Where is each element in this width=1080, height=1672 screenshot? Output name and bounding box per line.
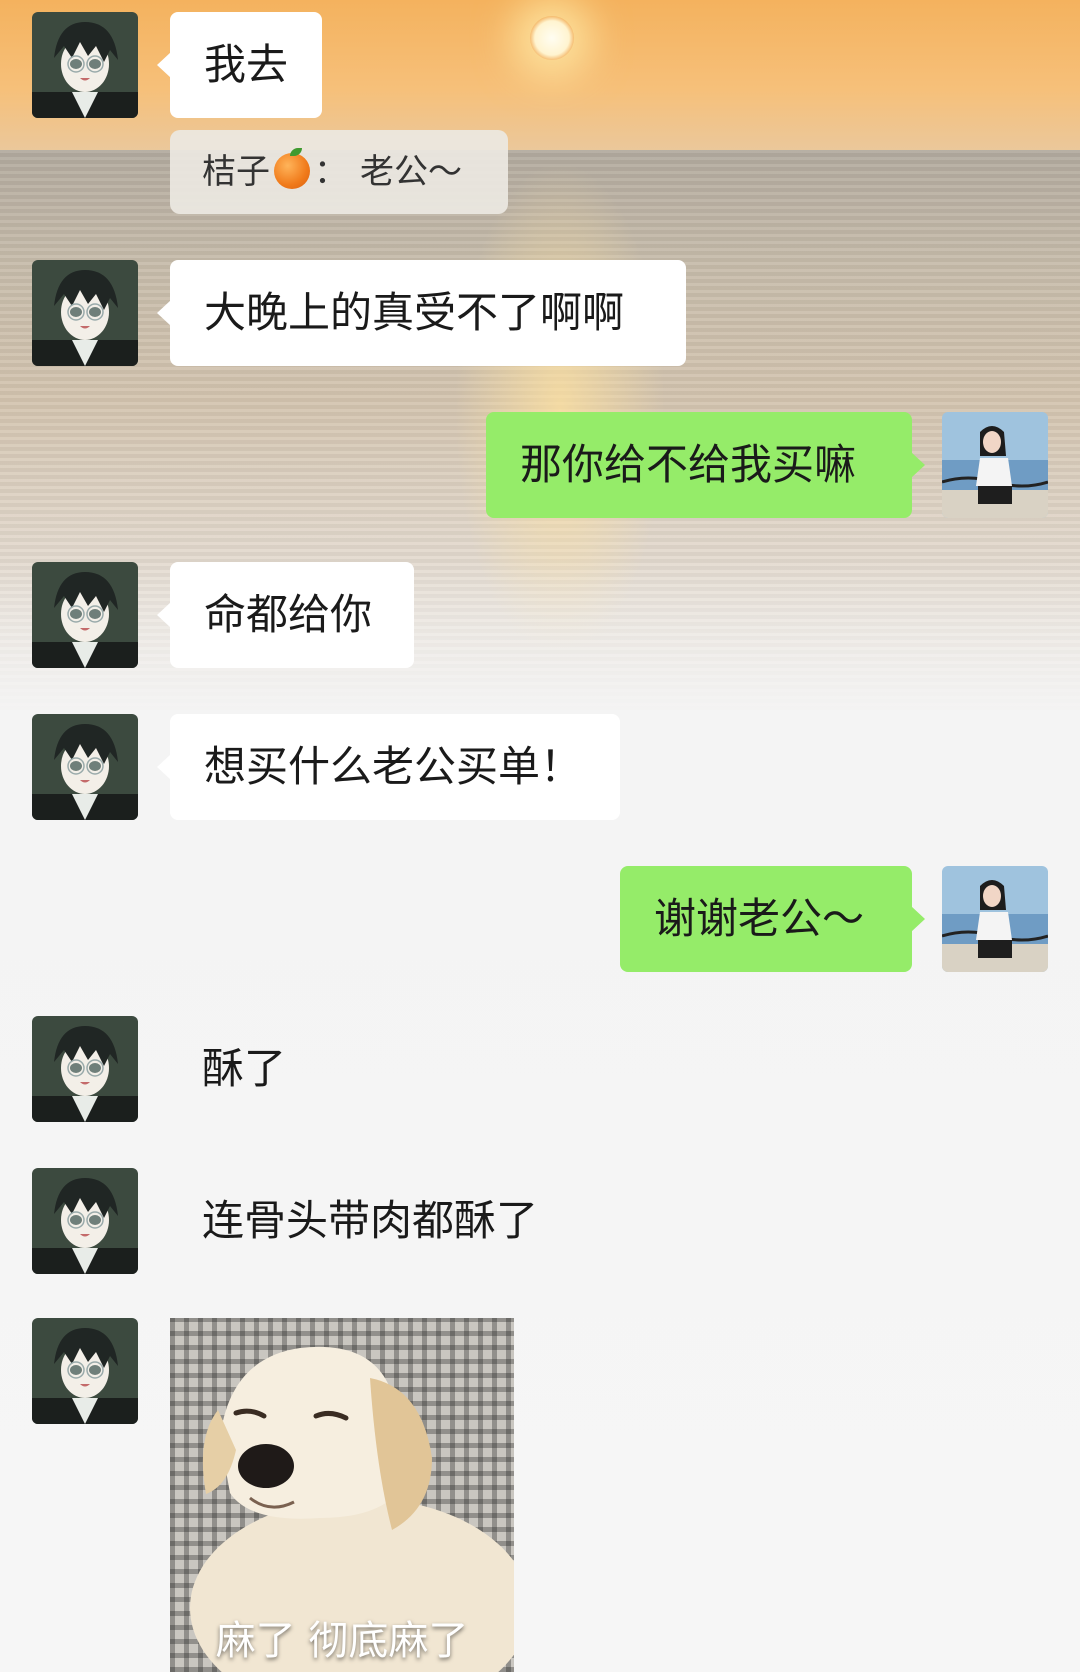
quoted-message[interactable]: 桔子 ： 老公～ xyxy=(170,130,508,214)
incoming-message-bubble[interactable]: 想买什么老公买单！ xyxy=(157,714,620,820)
sun xyxy=(530,16,574,60)
message-text[interactable]: 酥了 xyxy=(202,1016,286,1122)
puppy-sticker[interactable]: 麻了 彻底麻了 xyxy=(170,1318,514,1672)
sticker-caption: 麻了 彻底麻了 xyxy=(215,1618,469,1664)
outgoing-message-bubble[interactable]: 谢谢老公～ xyxy=(620,866,925,972)
quote-separator: ： xyxy=(314,152,348,192)
chat-background xyxy=(0,0,1080,1672)
incoming-message-bubble[interactable]: 我去 xyxy=(157,12,322,118)
message-text: 命都给你 xyxy=(204,590,373,639)
message-text: 我去 xyxy=(204,40,289,89)
message-text: 谢谢老公～ xyxy=(654,894,865,943)
incoming-message-bubble[interactable]: 大晚上的真受不了啊啊 xyxy=(157,260,686,366)
anime-boy-avatar[interactable] xyxy=(32,714,138,820)
quote-sender-name: 桔子 xyxy=(202,152,270,192)
message-text: 想买什么老公买单！ xyxy=(204,742,583,791)
anime-boy-avatar[interactable] xyxy=(32,12,138,118)
message-text[interactable]: 连骨头带肉都酥了 xyxy=(202,1168,538,1274)
quote-text: 老公～ xyxy=(360,152,462,192)
girl-seaside-avatar[interactable] xyxy=(942,412,1048,518)
orange-icon xyxy=(274,148,310,189)
anime-boy-avatar[interactable] xyxy=(32,562,138,668)
message-text: 大晚上的真受不了啊啊 xyxy=(204,288,625,337)
anime-boy-avatar[interactable] xyxy=(32,1318,138,1424)
anime-boy-avatar[interactable] xyxy=(32,1168,138,1274)
girl-seaside-avatar[interactable] xyxy=(942,866,1048,972)
anime-boy-avatar[interactable] xyxy=(32,1016,138,1122)
message-text: 那你给不给我买嘛 xyxy=(520,440,857,489)
anime-boy-avatar[interactable] xyxy=(32,260,138,366)
incoming-message-bubble[interactable]: 命都给你 xyxy=(157,562,414,668)
outgoing-message-bubble[interactable]: 那你给不给我买嘛 xyxy=(486,412,925,518)
